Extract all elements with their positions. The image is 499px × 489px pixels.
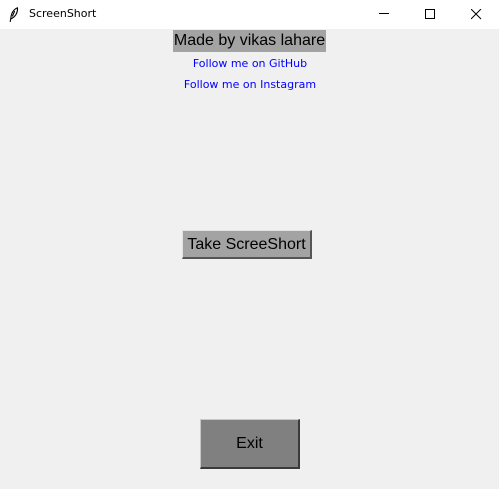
github-link[interactable]: Follow me on GitHub — [150, 57, 350, 71]
close-icon — [471, 9, 482, 20]
title-bar[interactable]: ScreenShort — [0, 0, 499, 29]
instagram-link[interactable]: Follow me on Instagram — [150, 78, 350, 92]
feather-icon — [9, 7, 19, 23]
minimize-icon — [379, 13, 389, 14]
close-button[interactable] — [453, 0, 499, 29]
credit-label: Made by vikas lahare — [173, 30, 326, 52]
app-window: ScreenShort Made by vikas lahare Follow … — [0, 0, 499, 489]
maximize-icon — [425, 9, 435, 19]
take-screenshot-button[interactable]: Take ScreeShort — [182, 230, 312, 259]
maximize-button[interactable] — [407, 0, 453, 29]
window-title: ScreenShort — [29, 7, 97, 20]
exit-button[interactable]: Exit — [200, 419, 300, 469]
minimize-button[interactable] — [361, 0, 407, 29]
